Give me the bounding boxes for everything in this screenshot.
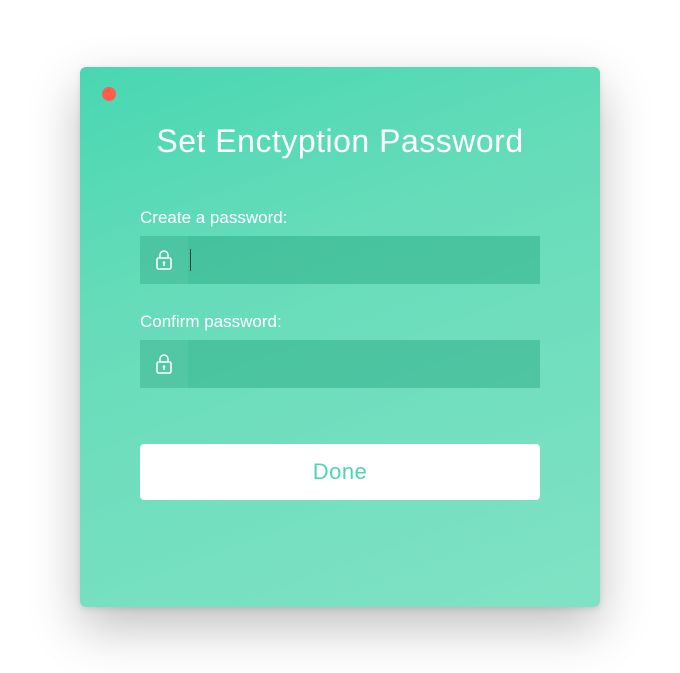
confirm-password-group: Confirm password: bbox=[140, 312, 540, 388]
create-password-group: Create a password: bbox=[140, 208, 540, 284]
lock-icon bbox=[140, 340, 188, 388]
done-button[interactable]: Done bbox=[140, 444, 540, 500]
close-button[interactable] bbox=[102, 87, 116, 101]
confirm-password-label: Confirm password: bbox=[140, 312, 540, 332]
form-area: Create a password: Confirm password: bbox=[80, 208, 600, 500]
create-password-row bbox=[140, 236, 540, 284]
encryption-password-window: Set Enctyption Password Create a passwor… bbox=[80, 67, 600, 607]
window-title: Set Enctyption Password bbox=[80, 123, 600, 160]
create-password-input[interactable] bbox=[191, 236, 540, 284]
lock-icon bbox=[140, 236, 188, 284]
create-password-label: Create a password: bbox=[140, 208, 540, 228]
confirm-password-input[interactable] bbox=[188, 340, 540, 388]
confirm-password-row bbox=[140, 340, 540, 388]
